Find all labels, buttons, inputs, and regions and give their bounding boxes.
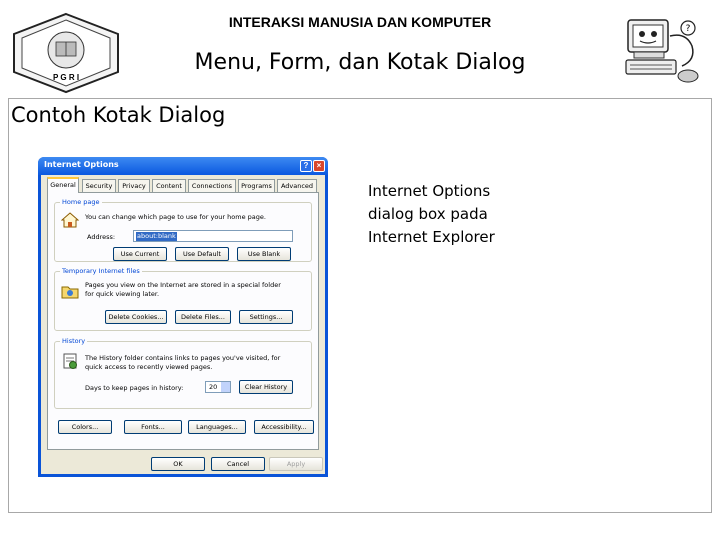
settings-button[interactable]: Settings... <box>239 310 293 324</box>
tab-connections[interactable]: Connections <box>188 179 236 192</box>
temp-files-label: Temporary Internet files <box>60 267 142 275</box>
tab-advanced[interactable]: Advanced <box>277 179 317 192</box>
fonts-button[interactable]: Fonts... <box>124 420 182 434</box>
tab-content[interactable]: Content <box>152 179 186 192</box>
history-label: History <box>60 337 88 345</box>
help-button[interactable]: ? <box>300 160 312 172</box>
dialog-body: General Security Privacy Content Connect… <box>41 175 325 474</box>
temp-files-group: Temporary Internet files Pages you view … <box>54 267 312 331</box>
temp-files-description: Pages you view on the Internet are store… <box>85 281 307 299</box>
history-description: The History folder contains links to pag… <box>85 354 307 372</box>
folder-icon <box>61 286 79 299</box>
temp-files-line: for quick viewing later. <box>85 290 160 298</box>
use-current-button[interactable]: Use Current <box>113 247 167 261</box>
history-line: The History folder contains links to pag… <box>85 354 281 362</box>
ok-button[interactable]: OK <box>151 457 205 471</box>
address-value: about:blank <box>136 232 177 241</box>
clear-history-button[interactable]: Clear History <box>239 380 293 394</box>
course-title: INTERAKSI MANUSIA DAN KOMPUTER <box>228 14 492 30</box>
languages-button[interactable]: Languages... <box>188 420 246 434</box>
close-button[interactable]: × <box>313 160 325 172</box>
home-page-description: You can change which page to use for you… <box>85 213 266 221</box>
caption-line: Internet Options <box>368 182 491 200</box>
delete-cookies-button[interactable]: Delete Cookies... <box>105 310 167 324</box>
dialog-titlebar[interactable]: Internet Options ? × <box>38 157 328 175</box>
history-line: quick access to recently viewed pages. <box>85 363 213 371</box>
address-input[interactable]: about:blank <box>133 230 293 242</box>
cancel-button[interactable]: Cancel <box>211 457 265 471</box>
tab-privacy[interactable]: Privacy <box>118 179 150 192</box>
section-title: Contoh Kotak Dialog <box>11 103 226 127</box>
general-tab-panel: Home page You can change which page to u… <box>47 192 319 450</box>
history-group: History The History folder contains link… <box>54 337 312 409</box>
caption: Internet Options dialog box pada Interne… <box>368 180 568 249</box>
caption-line: dialog box pada <box>368 205 488 223</box>
accessibility-button[interactable]: Accessibility... <box>254 420 314 434</box>
days-spinner[interactable] <box>221 382 230 392</box>
use-blank-button[interactable]: Use Blank <box>237 247 291 261</box>
home-page-group: Home page You can change which page to u… <box>54 198 312 262</box>
temp-files-line: Pages you view on the Internet are store… <box>85 281 281 289</box>
history-icon <box>63 353 77 369</box>
home-page-label: Home page <box>60 198 102 206</box>
caption-line: Internet Explorer <box>368 228 495 246</box>
dialog-title: Internet Options <box>44 160 119 169</box>
days-label: Days to keep pages in history: <box>85 384 184 392</box>
colors-button[interactable]: Colors... <box>58 420 112 434</box>
apply-button[interactable]: Apply <box>269 457 323 471</box>
use-default-button[interactable]: Use Default <box>175 247 229 261</box>
slide-title: Menu, Form, dan Kotak Dialog <box>194 50 526 75</box>
address-label: Address: <box>87 233 116 241</box>
tab-security[interactable]: Security <box>82 179 116 192</box>
home-icon <box>61 212 79 228</box>
tab-general[interactable]: General <box>47 177 79 193</box>
tab-programs[interactable]: Programs <box>238 179 275 192</box>
delete-files-button[interactable]: Delete Files... <box>175 310 231 324</box>
internet-options-dialog: Internet Options ? × General Security Pr… <box>38 157 328 477</box>
